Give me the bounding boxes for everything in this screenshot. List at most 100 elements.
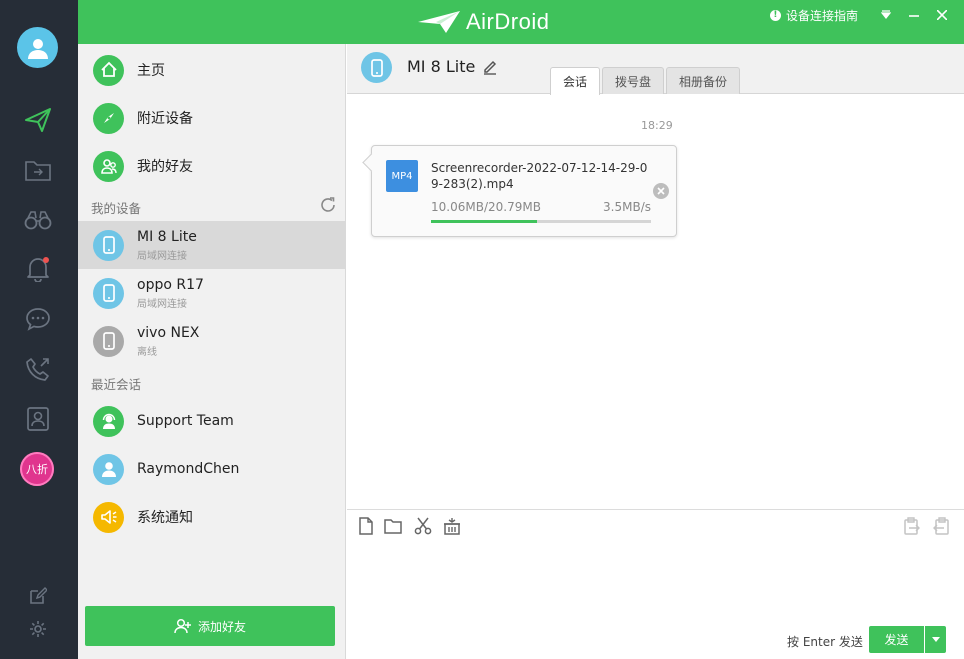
recent-section-title: 最近会话 <box>91 377 142 392</box>
phone-device-icon <box>361 52 392 83</box>
device-name: MI 8 Lite <box>137 228 197 245</box>
progress-fill <box>431 220 537 223</box>
logo-text: AirDroid <box>466 9 550 34</box>
notification-dot <box>43 257 49 263</box>
left-rail: 八折 <box>0 0 78 659</box>
mp4-file-icon: MP4 <box>386 160 418 192</box>
device-status: 离线 <box>137 346 157 358</box>
user-icon <box>93 453 124 485</box>
send-options-dropdown[interactable] <box>925 626 946 653</box>
recent-item-raymondchen[interactable]: RaymondChen <box>78 445 346 493</box>
contact-name: Support Team <box>137 413 234 429</box>
folder-icon[interactable] <box>384 517 402 535</box>
send-icon[interactable] <box>21 103 55 137</box>
contact-name: 系统通知 <box>137 510 193 526</box>
device-item-mi8lite[interactable]: MI 8 Lite 局域网连接 <box>78 221 346 269</box>
gear-icon[interactable] <box>21 612 55 646</box>
conversation-header: MI 8 Lite 会话 拨号盘 相册备份 <box>347 44 964 95</box>
tab-chat[interactable]: 会话 <box>550 67 601 95</box>
minimize-icon <box>909 15 919 17</box>
contact-name: RaymondChen <box>137 461 240 477</box>
close-icon <box>657 187 665 195</box>
chevron-down-icon <box>931 636 940 642</box>
send-button[interactable]: 发送 <box>869 626 924 653</box>
add-friend-label: 添加好友 <box>197 619 246 634</box>
logo-icon <box>418 11 460 33</box>
nav-item-home[interactable]: 主页 <box>78 46 346 94</box>
transfer-progress-bar <box>431 220 651 223</box>
tab-photo-backup[interactable]: 相册备份 <box>666 67 741 94</box>
device-name: oppo R17 <box>137 276 204 293</box>
title-bar: AirDroid ! 设备连接指南 <box>78 0 964 44</box>
nav-item-nearby[interactable]: 附近设备 <box>78 94 346 142</box>
file-type-label: MP4 <box>391 170 413 182</box>
file-name: Screenrecorder-2022-07-12-14-29-09-283(2… <box>431 161 648 191</box>
tab-label: 相册备份 <box>679 74 728 89</box>
device-title: MI 8 Lite <box>407 57 476 76</box>
speaker-icon <box>93 501 124 533</box>
nav-label: 附近设备 <box>137 111 193 127</box>
tab-label: 会话 <box>563 75 588 89</box>
transfer-speed: 3.5MB/s <box>603 200 651 214</box>
recent-item-system-notice[interactable]: 系统通知 <box>78 493 346 541</box>
clipboard-send-icon[interactable] <box>903 517 921 535</box>
device-name: vivo NEX <box>137 324 200 341</box>
enter-to-send-hint: 按 Enter 发送 <box>787 635 863 649</box>
conversation-panel: MI 8 Lite 会话 拨号盘 相册备份 18:29 MP4 Screenre… <box>347 44 964 659</box>
promo-label: 八折 <box>26 463 48 476</box>
friends-icon <box>93 150 124 182</box>
send-label: 发送 <box>884 633 909 647</box>
device-status: 局域网连接 <box>137 298 187 310</box>
scissors-icon[interactable] <box>414 517 432 535</box>
pencil-icon[interactable] <box>482 59 498 75</box>
nav-item-friends[interactable]: 我的好友 <box>78 142 346 190</box>
tab-dialpad[interactable]: 拨号盘 <box>602 67 665 94</box>
refresh-icon[interactable] <box>319 196 337 214</box>
cancel-transfer-button[interactable] <box>653 183 669 199</box>
add-user-icon <box>174 618 191 634</box>
clipboard-receive-icon[interactable] <box>932 517 950 535</box>
compass-icon <box>93 102 124 134</box>
app-install-icon[interactable] <box>443 517 461 535</box>
edit-icon[interactable] <box>21 579 55 613</box>
file-icon[interactable] <box>357 517 375 535</box>
tab-label: 拨号盘 <box>615 74 652 89</box>
contacts-icon[interactable] <box>21 402 55 436</box>
device-item-oppo-r17[interactable]: oppo R17 局域网连接 <box>78 269 346 317</box>
nav-label: 主页 <box>137 63 165 79</box>
phone-device-icon <box>93 325 124 357</box>
tray-button[interactable] <box>872 3 900 27</box>
file-transfer-card: MP4 Screenrecorder-2022-07-12-14-29-09-2… <box>371 145 677 237</box>
avatar[interactable] <box>17 27 58 68</box>
phone-device-icon <box>93 229 124 261</box>
chat-icon[interactable] <box>21 302 55 336</box>
avatar-icon <box>27 38 48 59</box>
recent-item-support-team[interactable]: Support Team <box>78 397 346 445</box>
close-icon <box>937 10 947 20</box>
message-timestamp: 18:29 <box>641 119 673 132</box>
bell-icon[interactable] <box>21 252 55 286</box>
transfer-size: 10.06MB/20.79MB <box>431 200 541 214</box>
close-button[interactable] <box>928 3 956 27</box>
side-panel: 主页 附近设备 我的好友 我的设备 MI 8 Lite 局域网连接 oppo R… <box>78 44 346 659</box>
guide-label: 设备连接指南 <box>785 8 858 23</box>
add-friend-button[interactable]: 添加好友 <box>85 606 335 646</box>
support-icon <box>93 405 124 437</box>
folder-icon[interactable] <box>21 153 55 187</box>
device-item-vivo-nex[interactable]: vivo NEX 离线 <box>78 317 346 365</box>
device-status: 局域网连接 <box>137 250 187 262</box>
binoculars-icon[interactable] <box>21 203 55 237</box>
chevron-down-icon <box>881 10 891 19</box>
promo-badge[interactable]: 八折 <box>20 452 54 486</box>
phone-icon[interactable] <box>21 352 55 386</box>
connection-guide-link[interactable]: ! 设备连接指南 <box>769 7 858 24</box>
title-actions: ! 设备连接指南 <box>769 0 956 30</box>
minimize-button[interactable] <box>900 3 928 27</box>
devices-section-title: 我的设备 <box>91 201 142 216</box>
home-icon <box>93 54 124 86</box>
info-icon: ! <box>769 9 781 21</box>
phone-device-icon <box>93 277 124 309</box>
nav-label: 我的好友 <box>137 159 193 175</box>
airdroid-logo: AirDroid <box>416 4 549 40</box>
tab-bar: 会话 拨号盘 相册备份 <box>550 67 742 95</box>
